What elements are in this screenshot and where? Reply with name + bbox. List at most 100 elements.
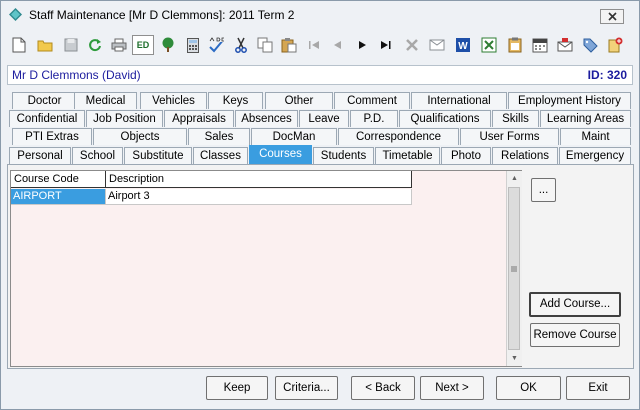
staff-name: Mr D Clemmons (David): [12, 68, 141, 82]
save-disk-icon: [64, 38, 78, 52]
cut-button[interactable]: [231, 35, 251, 55]
exit-button[interactable]: Exit: [566, 376, 630, 400]
tab-medical[interactable]: Medical: [74, 92, 137, 109]
tab-confidential[interactable]: Confidential: [9, 110, 85, 127]
column-header-description[interactable]: Description: [106, 171, 412, 188]
previous-record-button[interactable]: [328, 35, 348, 55]
tab-international[interactable]: International: [411, 92, 507, 109]
ok-button[interactable]: OK: [496, 376, 561, 400]
tab-learning-areas[interactable]: Learning Areas: [540, 110, 631, 127]
svg-text:W: W: [458, 41, 468, 52]
scroll-thumb[interactable]: [508, 187, 520, 350]
refresh-icon: [89, 39, 101, 52]
tab-absences[interactable]: Absences: [235, 110, 298, 127]
criteria-button[interactable]: Criteria...: [275, 376, 338, 400]
word-button[interactable]: W: [453, 35, 473, 55]
email-send-button[interactable]: [555, 35, 575, 55]
tab-other[interactable]: Other: [265, 92, 333, 109]
tab-job-position[interactable]: Job Position: [86, 110, 163, 127]
paste-button[interactable]: [279, 35, 299, 55]
remove-course-button[interactable]: Remove Course: [530, 323, 620, 347]
tab-substitute[interactable]: Substitute: [124, 147, 192, 164]
print-button[interactable]: [109, 35, 129, 55]
tab-pti-extras[interactable]: PTI Extras: [12, 128, 92, 145]
tab-courses[interactable]: Courses: [249, 145, 312, 164]
tag-button[interactable]: [580, 35, 600, 55]
tab-qualifications[interactable]: Qualifications: [399, 110, 491, 127]
calendar-icon: [532, 38, 548, 53]
tab-timetable[interactable]: Timetable: [375, 147, 440, 164]
clipboard-button[interactable]: [505, 35, 525, 55]
tab-students[interactable]: Students: [313, 147, 374, 164]
calculator-button[interactable]: [183, 35, 203, 55]
keep-button[interactable]: Keep: [206, 376, 268, 400]
excel-icon: [481, 37, 497, 53]
close-icon: [607, 12, 617, 21]
new-document-button[interactable]: [9, 35, 29, 55]
save-button[interactable]: [61, 35, 81, 55]
last-record-button[interactable]: [376, 35, 396, 55]
calendar-button[interactable]: [530, 35, 550, 55]
grip-icon: [511, 266, 517, 271]
tab-skills[interactable]: Skills: [492, 110, 539, 127]
excel-button[interactable]: [479, 35, 499, 55]
tree-button[interactable]: [158, 35, 178, 55]
tab-user-forms[interactable]: User Forms: [460, 128, 559, 145]
edit-mode-button[interactable]: ED: [132, 35, 154, 55]
tab-pd[interactable]: P.D.: [350, 110, 398, 127]
copy-button[interactable]: [255, 35, 275, 55]
email-send-icon: [557, 38, 573, 52]
tab-correspondence[interactable]: Correspondence: [338, 128, 459, 145]
tab-doctor[interactable]: Doctor: [12, 92, 77, 109]
first-record-button[interactable]: [304, 35, 324, 55]
tab-emergency[interactable]: Emergency: [559, 147, 631, 164]
new-document-icon: [12, 37, 26, 53]
tab-relations[interactable]: Relations: [492, 147, 558, 164]
tab-sales[interactable]: Sales: [188, 128, 250, 145]
table-row[interactable]: AIRPORT Airport 3: [11, 189, 412, 205]
previous-record-icon: [334, 41, 341, 49]
delete-button[interactable]: [402, 35, 422, 55]
note-add-button[interactable]: [605, 35, 625, 55]
tab-school[interactable]: School: [72, 147, 123, 164]
spellcheck-button[interactable]: [207, 35, 227, 55]
tab-keys[interactable]: Keys: [208, 92, 263, 109]
clipboard-icon: [508, 37, 522, 53]
copy-icon: [257, 37, 273, 53]
footer-buttons: Keep Criteria... < Back Next > OK Exit: [1, 371, 639, 409]
delete-icon: [406, 39, 418, 51]
description-cell[interactable]: Airport 3: [106, 189, 412, 205]
grid-vertical-scrollbar[interactable]: ▲ ▼: [506, 171, 522, 366]
mail-button[interactable]: [427, 35, 447, 55]
next-button[interactable]: Next >: [420, 376, 484, 400]
mail-icon: [429, 39, 445, 51]
calculator-icon: [187, 37, 199, 53]
last-record-icon: [381, 41, 391, 49]
tab-personal[interactable]: Personal: [9, 147, 71, 164]
column-header-course-code[interactable]: Course Code: [11, 171, 106, 188]
next-record-button[interactable]: [352, 35, 372, 55]
open-folder-button[interactable]: [35, 35, 55, 55]
course-code-cell[interactable]: AIRPORT: [11, 189, 106, 205]
tab-maint[interactable]: Maint: [560, 128, 631, 145]
tab-docman[interactable]: DocMan: [251, 128, 337, 145]
tab-vehicles[interactable]: Vehicles: [140, 92, 207, 109]
close-button[interactable]: [600, 9, 624, 24]
title-bar: Staff Maintenance [Mr D Clemmons]: 2011 …: [1, 1, 639, 29]
window-title: Staff Maintenance [Mr D Clemmons]: 2011 …: [29, 8, 295, 22]
word-icon: W: [456, 38, 470, 52]
tab-comment[interactable]: Comment: [334, 92, 410, 109]
tab-classes[interactable]: Classes: [193, 147, 248, 164]
add-course-button[interactable]: Add Course...: [529, 292, 621, 317]
tab-objects[interactable]: Objects: [93, 128, 187, 145]
scroll-down-arrow-icon[interactable]: ▼: [507, 351, 522, 366]
courses-grid[interactable]: Course Code Description AIRPORT Airport …: [10, 170, 522, 367]
tab-appraisals[interactable]: Appraisals: [164, 110, 234, 127]
scroll-up-arrow-icon[interactable]: ▲: [507, 171, 522, 186]
tab-photo[interactable]: Photo: [441, 147, 491, 164]
tab-employment-history[interactable]: Employment History: [508, 92, 631, 109]
refresh-button[interactable]: [85, 35, 105, 55]
back-button[interactable]: < Back: [351, 376, 415, 400]
ellipsis-button[interactable]: ...: [531, 178, 556, 202]
tab-leave[interactable]: Leave: [299, 110, 349, 127]
